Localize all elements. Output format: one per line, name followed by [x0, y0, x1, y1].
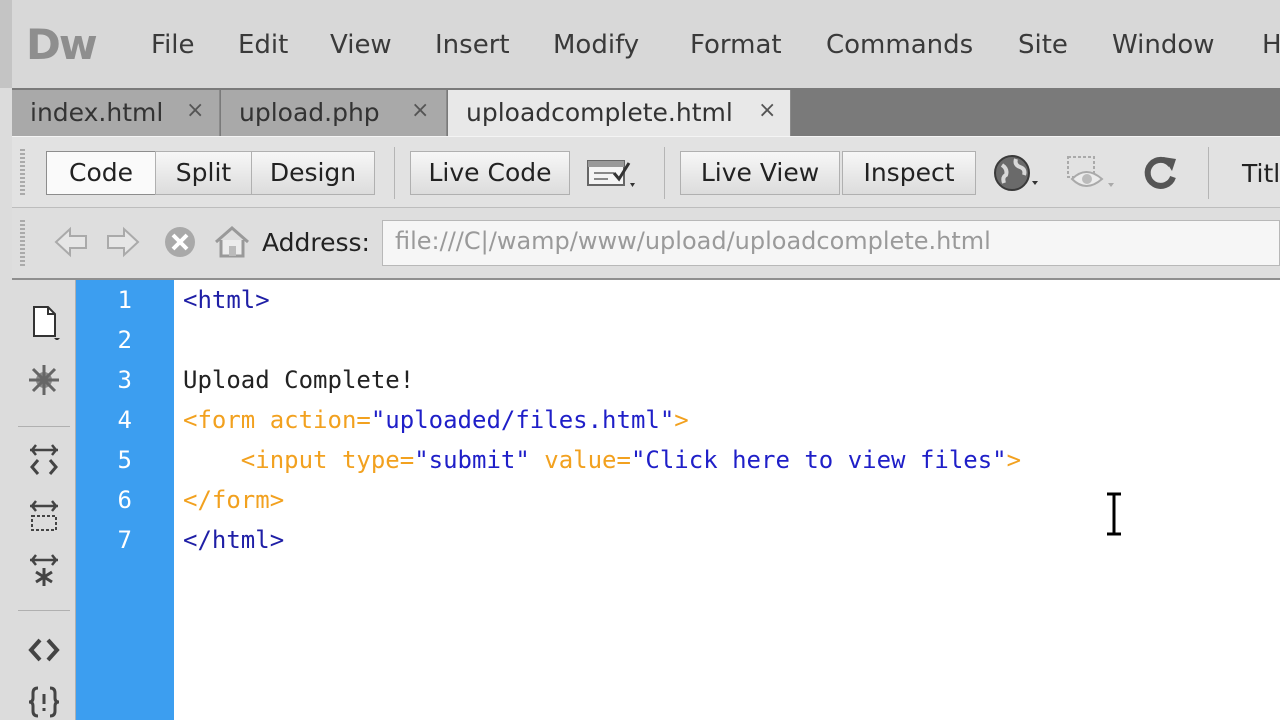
toolbar-grip[interactable]: [20, 149, 25, 195]
attribute-value: "Click here to view files": [630, 446, 1007, 474]
code-line-5[interactable]: <input type="submit" value="Click here t…: [183, 440, 1021, 480]
address-input[interactable]: file:///C|/wamp/www/upload/uploadcomplet…: [382, 220, 1280, 266]
html-open-tag: <html>: [183, 286, 270, 314]
line-number: 7: [117, 526, 132, 554]
line-number-gutter[interactable]: 1 2 3 4 5 6 7: [76, 280, 174, 720]
browser-compat-check-icon[interactable]: [584, 151, 644, 195]
address-label: Address:: [262, 228, 370, 257]
tab-uploadcomplete-html[interactable]: uploadcomplete.html ×: [448, 90, 791, 138]
collapse-selection-icon[interactable]: [26, 498, 62, 534]
tab-index-html[interactable]: index.html ×: [12, 90, 220, 136]
close-icon[interactable]: ×: [758, 98, 776, 123]
attribute-value: "uploaded/files.html": [370, 406, 675, 434]
form-open-tag: <form: [183, 406, 270, 434]
design-view-button[interactable]: Design: [251, 151, 375, 195]
code-line-7[interactable]: </html>: [183, 520, 284, 560]
coding-toolbar: [12, 280, 76, 720]
menu-insert[interactable]: Insert: [435, 30, 510, 60]
back-arrow-icon[interactable]: [52, 224, 92, 260]
line-number: 5: [117, 446, 132, 474]
menu-file[interactable]: File: [151, 30, 195, 60]
show-code-navigator-icon[interactable]: [26, 362, 62, 398]
tab-label: uploadcomplete.html: [466, 98, 733, 127]
code-line-1[interactable]: <html>: [183, 280, 270, 320]
menu-view[interactable]: View: [330, 30, 392, 60]
line-number: 6: [117, 486, 132, 514]
html-close-tag: </html>: [183, 526, 285, 554]
toolbar-divider: [18, 426, 70, 427]
menu-window[interactable]: Window: [1112, 30, 1215, 60]
attribute-name: type=: [341, 446, 415, 474]
line-number: 3: [117, 366, 132, 394]
close-icon[interactable]: ×: [411, 98, 429, 123]
attribute-name: action=: [269, 406, 371, 434]
inspect-button[interactable]: Inspect: [842, 151, 976, 195]
expand-all-icon[interactable]: [26, 552, 62, 588]
text-cursor-icon: [1107, 492, 1121, 536]
menu-bar: Dw File Edit View Insert Modify Format C…: [0, 0, 1280, 88]
line-number: 2: [117, 326, 132, 354]
menu-modify[interactable]: Modify: [553, 30, 639, 60]
address-bar: Address: file:///C|/wamp/www/upload/uplo…: [12, 208, 1280, 280]
menu-format[interactable]: Format: [690, 30, 782, 60]
tab-label: index.html: [30, 98, 164, 127]
code-line-4[interactable]: <form action="uploaded/files.html">: [183, 400, 689, 440]
live-code-button[interactable]: Live Code: [410, 151, 570, 195]
text-content: Upload Complete!: [183, 366, 415, 394]
stop-icon[interactable]: [162, 224, 198, 260]
line-number: 1: [117, 286, 132, 314]
menu-edit[interactable]: Edit: [238, 30, 288, 60]
select-parent-tag-icon[interactable]: [26, 632, 62, 668]
input-open-tag: <input: [240, 446, 342, 474]
dreamweaver-logo: Dw: [26, 20, 98, 69]
toolbar-grip[interactable]: [20, 220, 25, 266]
attribute-name: value=: [544, 446, 631, 474]
code-view-button[interactable]: Code: [46, 151, 156, 195]
tag-close-bracket: >: [1006, 446, 1022, 474]
globe-preview-icon[interactable]: [990, 151, 1046, 195]
line-number: 4: [117, 406, 132, 434]
menu-site[interactable]: Site: [1018, 30, 1068, 60]
tab-upload-php[interactable]: upload.php ×: [221, 90, 447, 136]
toolbar-divider: [1208, 147, 1209, 199]
toolbar-divider: [664, 147, 665, 199]
close-icon[interactable]: ×: [186, 98, 204, 123]
menu-help[interactable]: He: [1262, 30, 1280, 60]
menu-commands[interactable]: Commands: [826, 30, 973, 60]
title-label: Titl: [1242, 159, 1280, 188]
balance-braces-icon[interactable]: [26, 684, 62, 720]
document-tab-strip: index.html × upload.php × uploadcomplete…: [12, 88, 1280, 138]
attribute-value: "submit": [414, 446, 530, 474]
code-line-3[interactable]: Upload Complete!: [183, 360, 414, 400]
collapse-full-tag-icon[interactable]: [26, 442, 62, 478]
open-documents-icon[interactable]: [26, 304, 62, 340]
visual-aids-icon[interactable]: [1062, 151, 1126, 195]
refresh-icon[interactable]: [1138, 151, 1182, 195]
home-icon[interactable]: [212, 222, 252, 262]
document-toolbar: Code Split Design Live Code Live View In…: [12, 136, 1280, 208]
toolbar-divider: [18, 610, 70, 611]
code-line-6[interactable]: </form>: [183, 480, 284, 520]
split-view-button[interactable]: Split: [155, 151, 252, 195]
tab-label: upload.php: [239, 98, 380, 127]
forward-arrow-icon[interactable]: [102, 224, 142, 260]
form-close-tag: </form>: [183, 486, 285, 514]
toolbar-divider: [394, 147, 395, 199]
live-view-button[interactable]: Live View: [680, 151, 840, 195]
tag-close-bracket: >: [674, 406, 689, 434]
